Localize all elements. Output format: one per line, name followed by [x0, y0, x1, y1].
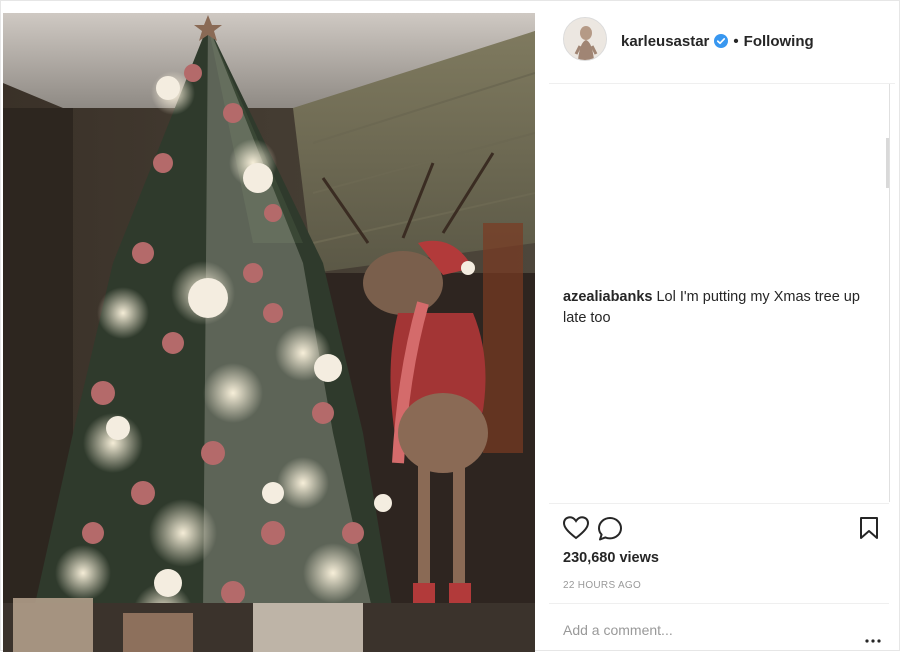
username-link[interactable]: karleusastar [621, 33, 709, 50]
view-count[interactable]: 230,680 views [563, 550, 659, 566]
comment-icon[interactable] [597, 516, 623, 547]
add-comment-input[interactable] [561, 618, 825, 642]
separator-dot: • [733, 32, 739, 50]
comments-section: azealiabanks Lol I'm putting my Xmas tree… [549, 84, 890, 502]
more-options-icon[interactable] [865, 630, 881, 648]
comment-author-link[interactable]: azealiabanks [563, 289, 652, 305]
comment-item: azealiabanks Lol I'm putting my Xmas tree… [563, 287, 867, 329]
instagram-post: karleusastar • Following azealiabanks Lol… [0, 0, 900, 652]
verified-badge-icon [714, 34, 729, 48]
heart-icon[interactable] [562, 516, 590, 545]
scrollbar[interactable] [886, 138, 889, 188]
avatar-image [564, 18, 606, 60]
following-button[interactable]: Following [744, 33, 814, 50]
christmas-tree-photo [3, 13, 535, 652]
post-side-panel: karleusastar • Following azealiabanks Lol… [549, 1, 895, 652]
post-timestamp: 22 HOURS AGO [563, 580, 642, 591]
post-photo[interactable] [3, 13, 535, 652]
add-comment-section [549, 603, 889, 653]
user-line: karleusastar • Following [621, 31, 814, 51]
bookmark-icon[interactable] [859, 516, 879, 545]
post-header: karleusastar • Following [549, 1, 895, 84]
avatar[interactable] [563, 17, 607, 61]
post-actions: 230,680 views 22 HOURS AGO [549, 503, 889, 604]
